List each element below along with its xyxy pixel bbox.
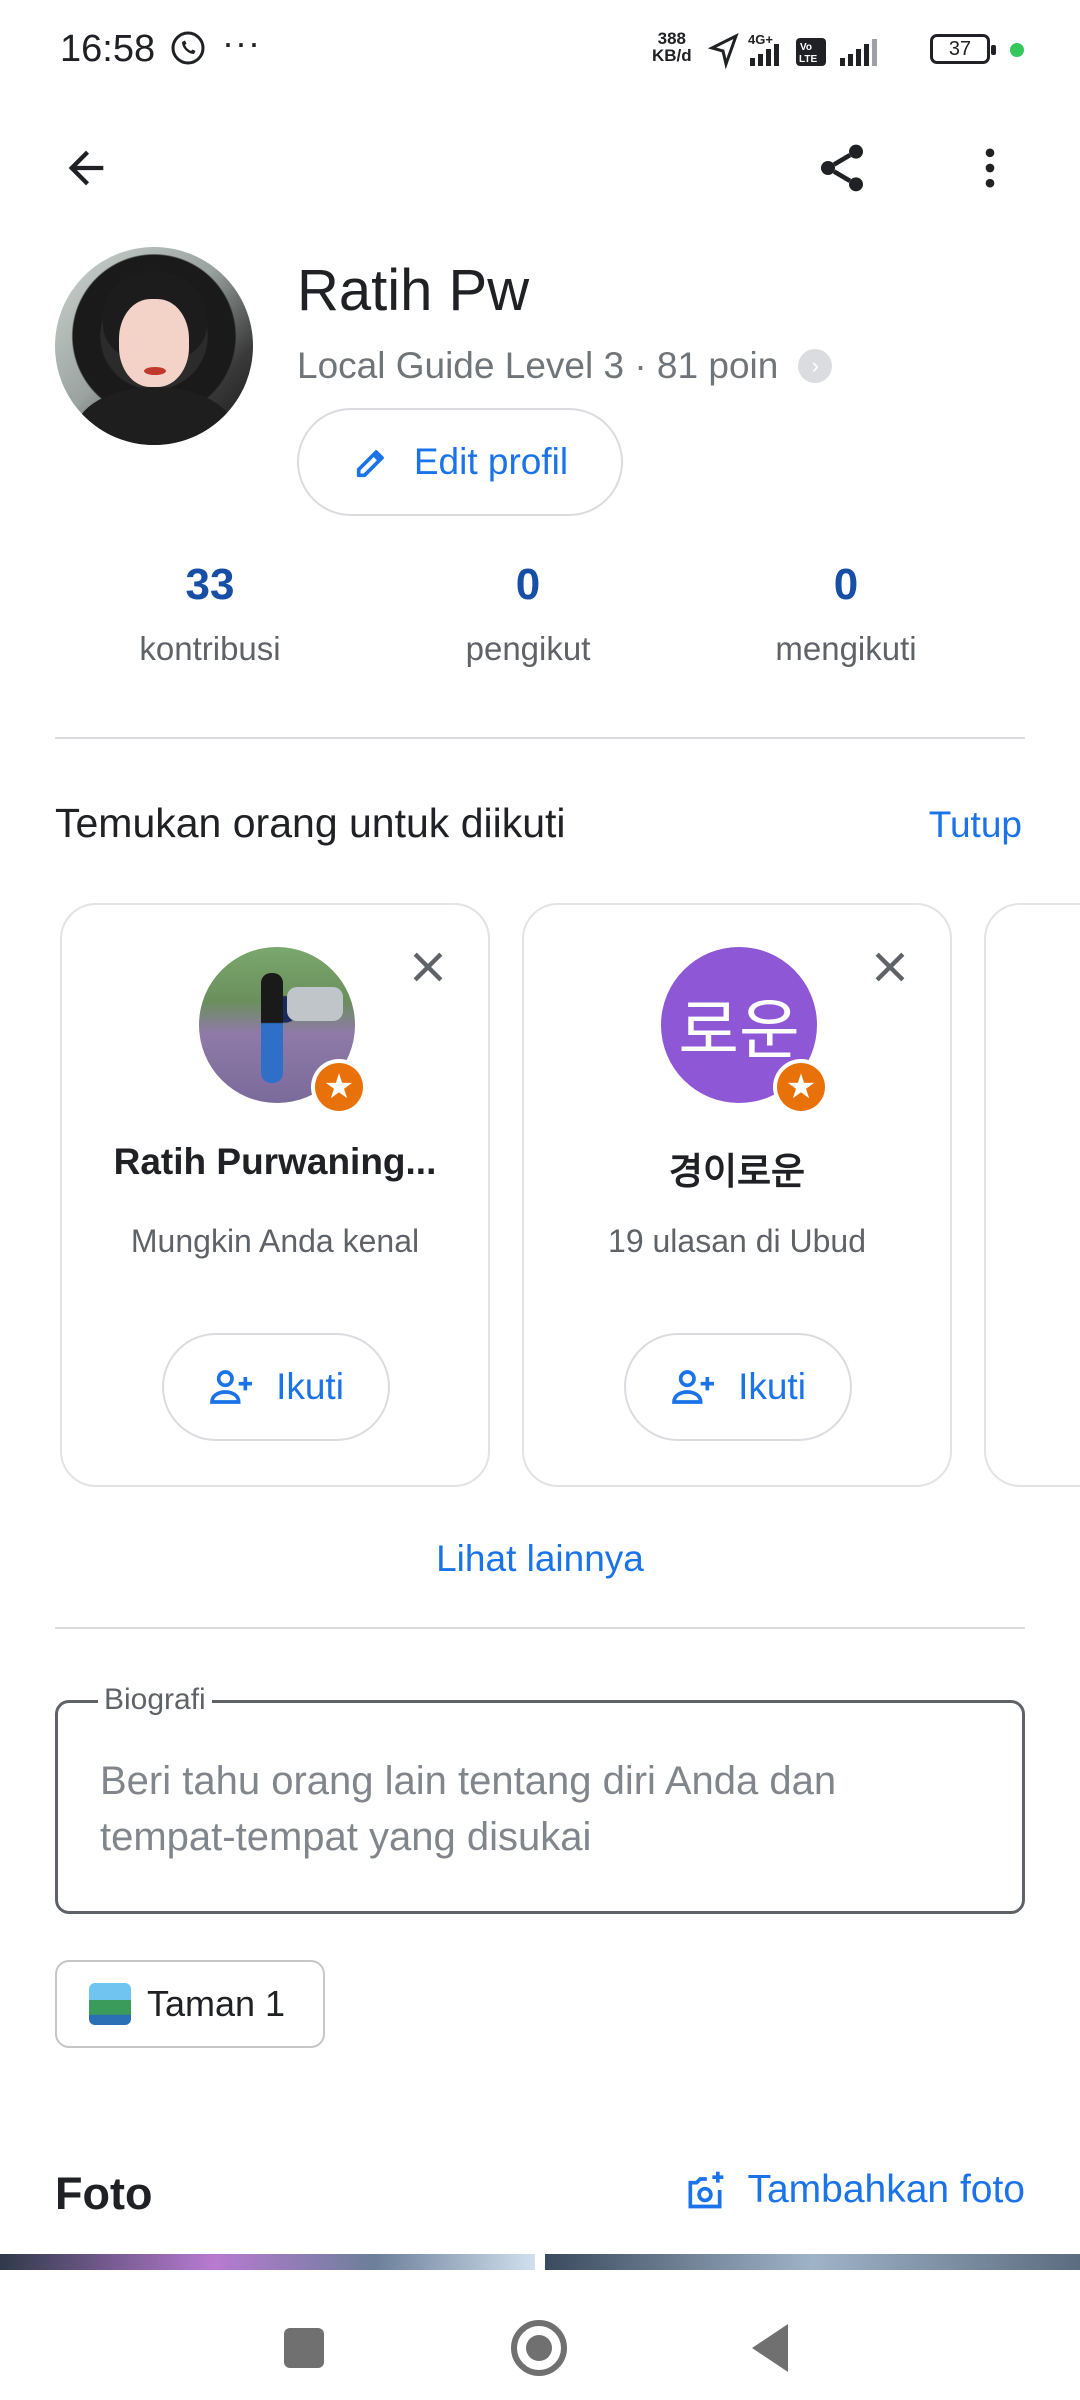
add-person-icon (672, 1370, 715, 1404)
location-arrow-icon (707, 32, 739, 70)
close-suggestions-button[interactable]: Tutup (929, 804, 1022, 846)
svg-text:4G+: 4G+ (748, 32, 773, 47)
back-button[interactable] (46, 128, 126, 208)
battery-icon: 37 (930, 34, 996, 64)
photos-title: Foto (55, 2168, 153, 2219)
stat-value: 0 (515, 560, 541, 609)
profile-avatar[interactable] (55, 247, 253, 445)
divider (55, 737, 1025, 739)
status-more: ··· (222, 22, 261, 63)
avatar-initials: 로운 (678, 992, 800, 1069)
level-text: Local Guide Level 3 · 81 poin (297, 345, 779, 386)
profile-name: Ratih Pw (297, 258, 530, 323)
pencil-icon (356, 450, 384, 478)
follow-button[interactable]: Ikuti (624, 1333, 852, 1441)
local-guide-level[interactable]: Local Guide Level 3 · 81 poin › (297, 345, 833, 387)
divider (55, 1627, 1025, 1629)
add-photo-button[interactable]: Tambahkan foto (683, 2168, 1025, 2212)
bio-field[interactable]: Biografi Beri tahu orang lain tentang di… (55, 1683, 1025, 1914)
privacy-dot-icon (1010, 43, 1024, 57)
suggestion-avatar: 로운 ★ (661, 947, 829, 1115)
status-bar: 16:58 ··· 388 KB/d 4G+ Vo LTE 37 (0, 0, 1080, 100)
system-nav-bar (0, 2270, 1080, 2400)
stat-label: pengikut (465, 630, 591, 667)
edit-profile-label: Edit profil (413, 441, 569, 482)
suggestion-card-partial[interactable] (984, 903, 1080, 1487)
suggestion-avatar: ★ (199, 947, 367, 1115)
close-icon[interactable] (868, 945, 912, 989)
more-vert-icon (985, 148, 995, 188)
follow-label: Ikuti (738, 1366, 806, 1407)
signal-icon (840, 39, 877, 66)
suggestion-card[interactable]: 로운 ★ 경이로운 19 ulasan di Ubud Ikuti (522, 903, 952, 1487)
add-person-icon (210, 1370, 253, 1404)
stat-contributions[interactable]: 33 kontribusi (60, 560, 360, 668)
system-back-button[interactable] (752, 2324, 788, 2372)
add-photo-label: Tambahkan foto (747, 2168, 1025, 2211)
chip-label: Taman 1 (147, 1983, 286, 2024)
net-speed-unit: KB/d (652, 46, 692, 65)
whatsapp-icon (171, 31, 205, 65)
bio-label: Biografi (98, 1683, 212, 1717)
suggestion-name: Ratih Purwaning... (113, 1141, 437, 1182)
park-chip[interactable]: Taman 1 (55, 1960, 325, 2048)
profile-stats: 33 kontribusi 0 pengikut 0 mengikuti (0, 560, 1080, 680)
suggestion-subtitle: 19 ulasan di Ubud (608, 1223, 866, 1259)
svg-text:LTE: LTE (799, 54, 817, 65)
see-more-link[interactable]: Lihat lainnya (0, 1538, 1080, 1580)
stat-label: kontribusi (139, 630, 281, 667)
share-icon (821, 144, 863, 192)
add-photo-icon (688, 2171, 724, 2209)
volte-icon: Vo LTE (796, 38, 826, 66)
close-icon[interactable] (406, 945, 450, 989)
edit-profile-button[interactable]: Edit profil (297, 408, 623, 516)
bio-placeholder: Beri tahu orang lain tentang diri Anda d… (100, 1759, 837, 1859)
4g-signal-icon (750, 44, 779, 66)
back-arrow-icon (68, 150, 104, 186)
suggestion-subtitle: Mungkin Anda kenal (130, 1223, 420, 1259)
suggestion-name: 경이로운 (668, 1150, 806, 1193)
follow-label: Ikuti (276, 1366, 344, 1407)
more-options-button[interactable] (950, 128, 1030, 208)
home-button[interactable] (511, 2320, 567, 2376)
status-time: 16:58 (60, 28, 156, 70)
net-speed-value: 388 (657, 29, 687, 48)
stat-value: 33 (185, 560, 235, 609)
national-park-icon (89, 1983, 131, 2025)
svg-text:Vo: Vo (800, 42, 812, 53)
recents-button[interactable] (284, 2328, 324, 2368)
stat-following[interactable]: 0 mengikuti (696, 560, 996, 668)
local-guide-badge-icon: ★ (773, 1059, 829, 1115)
stat-value: 0 (833, 560, 859, 609)
stat-label: mengikuti (775, 630, 917, 667)
local-guide-badge-icon: ★ (311, 1059, 367, 1115)
follow-button[interactable]: Ikuti (162, 1333, 390, 1441)
suggestions-title: Temukan orang untuk diikuti (55, 800, 566, 846)
net-speed: 388 KB/d (652, 30, 692, 64)
chevron-right-icon: › (798, 349, 833, 383)
share-button[interactable] (802, 128, 882, 208)
stat-followers[interactable]: 0 pengikut (378, 560, 678, 668)
suggestion-card[interactable]: ★ Ratih Purwaning... Mungkin Anda kenal … (60, 903, 490, 1487)
profile-screen: 16:58 ··· 388 KB/d 4G+ Vo LTE 37 Ratih P… (0, 0, 1080, 2400)
